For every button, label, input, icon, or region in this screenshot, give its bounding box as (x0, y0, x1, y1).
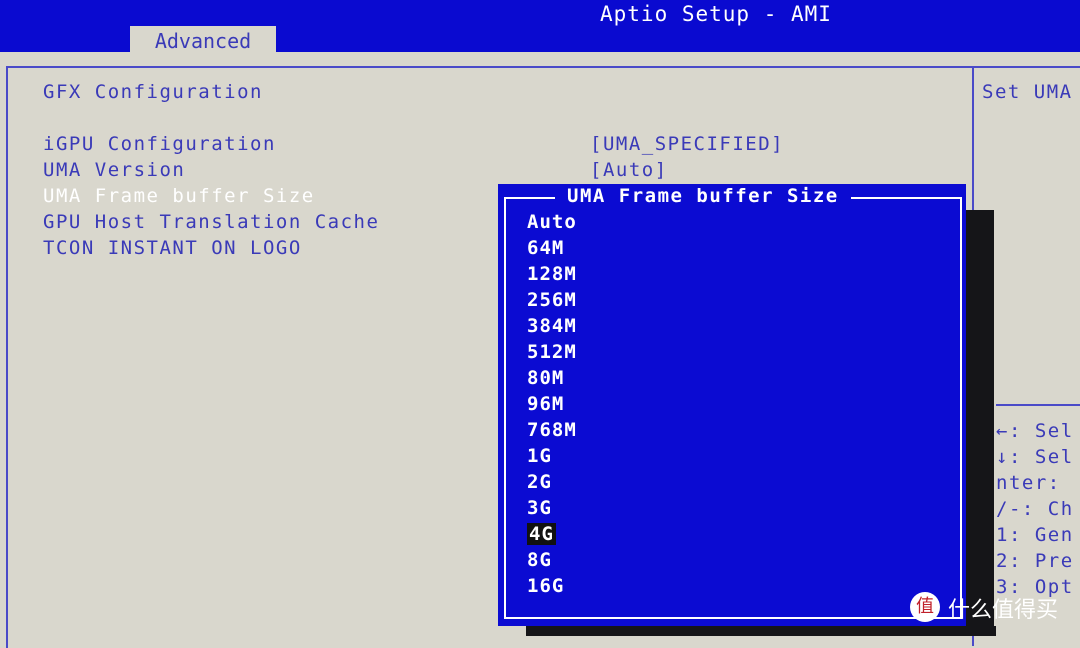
popup-title: UMA Frame buffer Size (555, 185, 851, 207)
option-item[interactable]: 2G (527, 471, 552, 493)
menu-item-uma-version[interactable]: UMA Version (43, 159, 185, 181)
option-label: Auto (527, 211, 577, 233)
option-item[interactable]: 384M (527, 315, 577, 337)
option-label: 384M (527, 315, 577, 337)
option-item[interactable]: 128M (527, 263, 577, 285)
help-key-line: /-: Ch (996, 498, 1074, 520)
option-label: 1G (527, 445, 552, 467)
option-item[interactable]: 64M (527, 237, 564, 259)
option-label: 128M (527, 263, 577, 285)
option-item[interactable]: 80M (527, 367, 564, 389)
option-label: 512M (527, 341, 577, 363)
watermark-logo: 值 (910, 592, 940, 622)
option-label: 4G (527, 523, 556, 545)
option-item[interactable]: 96M (527, 393, 564, 415)
option-item[interactable]: Auto (527, 211, 577, 233)
option-item[interactable]: 16G (527, 575, 564, 597)
tab-advanced[interactable]: Advanced (130, 26, 276, 56)
option-item[interactable]: 1G (527, 445, 552, 467)
help-key-line: 2: Pre (996, 550, 1074, 572)
value-uma-version[interactable]: [Auto] (590, 159, 668, 181)
option-item[interactable]: 256M (527, 289, 577, 311)
option-label: 256M (527, 289, 577, 311)
option-label: 768M (527, 419, 577, 441)
help-key-line: ↓: Sel (996, 446, 1074, 468)
option-item[interactable]: 512M (527, 341, 577, 363)
option-label: 96M (527, 393, 565, 415)
popup-shadow (526, 626, 996, 636)
option-label: 8G (527, 549, 552, 571)
popup-border (504, 197, 962, 619)
menu-item-igpu[interactable]: iGPU Configuration (43, 133, 276, 155)
popup-shadow (966, 210, 994, 636)
option-item[interactable]: 8G (527, 549, 552, 571)
help-key-line: 1: Gen (996, 524, 1074, 546)
option-item[interactable]: 3G (527, 497, 552, 519)
help-key-line: ←: Sel (996, 420, 1074, 442)
menu-item-gpu-host-cache[interactable]: GPU Host Translation Cache (43, 211, 379, 233)
value-igpu[interactable]: [UMA_SPECIFIED] (590, 133, 784, 155)
option-label: 2G (527, 471, 552, 493)
help-description: Set UMA (982, 81, 1073, 103)
help-divider (996, 404, 1080, 406)
section-title: GFX Configuration (43, 81, 263, 103)
option-label: 16G (527, 575, 565, 597)
watermark-text: 什么值得买 (948, 598, 1059, 623)
menu-item-uma-frame-buffer[interactable]: UMA Frame buffer Size (43, 185, 315, 207)
help-key-line: nter: (996, 472, 1061, 494)
option-item[interactable]: 768M (527, 419, 577, 441)
option-label: 80M (527, 367, 565, 389)
app-title: Aptio Setup - AMI (600, 2, 832, 26)
menu-item-tcon-logo[interactable]: TCON INSTANT ON LOGO (43, 237, 302, 259)
option-item[interactable]: 4G (527, 523, 556, 545)
option-label: 3G (527, 497, 552, 519)
option-label: 64M (527, 237, 565, 259)
